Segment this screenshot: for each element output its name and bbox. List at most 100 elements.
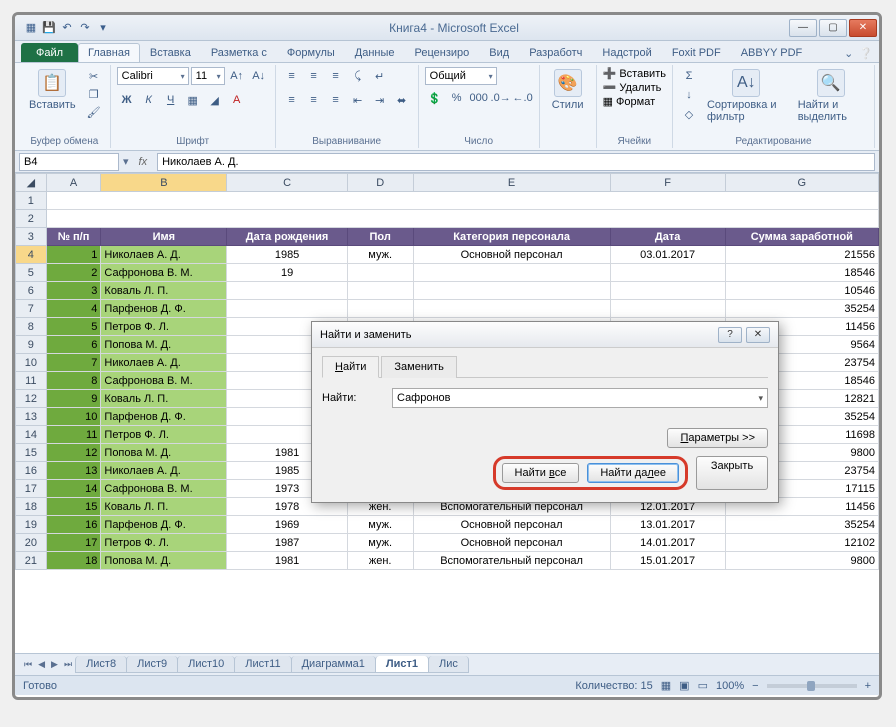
data-cell[interactable]: Основной персонал xyxy=(413,534,610,552)
italic-button[interactable]: К xyxy=(139,91,159,109)
data-cell[interactable] xyxy=(413,264,610,282)
data-cell[interactable]: 15.01.2017 xyxy=(610,552,725,570)
data-cell[interactable]: 18546 xyxy=(725,264,878,282)
data-cell[interactable]: 13 xyxy=(46,462,101,480)
decrease-decimal-icon[interactable]: ←.0 xyxy=(513,89,533,107)
data-cell[interactable]: Основной персонал xyxy=(413,516,610,534)
copy-icon[interactable]: ❐ xyxy=(84,85,104,103)
data-cell[interactable]: 13.01.2017 xyxy=(610,516,725,534)
data-cell[interactable] xyxy=(610,264,725,282)
tab-insert[interactable]: Вставка xyxy=(140,43,201,62)
data-cell[interactable]: 1987 xyxy=(227,534,347,552)
find-next-button[interactable]: Найти далее xyxy=(587,463,679,483)
row-header[interactable]: 19 xyxy=(16,516,47,534)
cut-icon[interactable]: ✂ xyxy=(84,67,104,85)
data-cell[interactable] xyxy=(347,300,413,318)
increase-indent-icon[interactable]: ⇥ xyxy=(370,91,390,109)
data-cell[interactable]: 14 xyxy=(46,480,101,498)
data-cell[interactable]: Коваль Л. П. xyxy=(101,498,227,516)
sheet-tab[interactable]: Лист10 xyxy=(177,656,235,673)
tab-nav-prev-icon[interactable]: ◀ xyxy=(35,659,48,670)
styles-button[interactable]: 🎨 Стили xyxy=(546,67,590,113)
data-cell[interactable] xyxy=(610,282,725,300)
align-center-icon[interactable]: ≡ xyxy=(304,91,324,109)
col-header[interactable]: D xyxy=(347,174,413,192)
align-top-icon[interactable]: ≡ xyxy=(282,67,302,85)
data-cell[interactable]: Николаев А. Д. xyxy=(101,462,227,480)
tab-nav-first-icon[interactable]: ⏮ xyxy=(21,659,35,670)
data-cell[interactable]: Попова М. Д. xyxy=(101,552,227,570)
find-input[interactable]: Сафронов xyxy=(392,388,768,408)
data-cell[interactable]: 10546 xyxy=(725,282,878,300)
row-header[interactable]: 17 xyxy=(16,480,47,498)
header-cell[interactable]: Дата xyxy=(610,228,725,246)
data-cell[interactable]: 14.01.2017 xyxy=(610,534,725,552)
data-cell[interactable] xyxy=(227,282,347,300)
zoom-in-button[interactable]: + xyxy=(865,680,871,692)
data-cell[interactable]: 21556 xyxy=(725,246,878,264)
font-name-combo[interactable]: Calibri xyxy=(117,67,189,85)
data-cell[interactable]: Вспомогательный персонал xyxy=(413,552,610,570)
data-cell[interactable] xyxy=(413,282,610,300)
increase-decimal-icon[interactable]: .0→ xyxy=(491,89,511,107)
format-painter-icon[interactable]: 🖌 xyxy=(84,103,104,121)
data-cell[interactable] xyxy=(227,300,347,318)
data-cell[interactable]: 17 xyxy=(46,534,101,552)
data-cell[interactable]: 18 xyxy=(46,552,101,570)
row-header[interactable]: 11 xyxy=(16,372,47,390)
underline-button[interactable]: Ч xyxy=(161,91,181,109)
redo-icon[interactable]: ↷ xyxy=(77,20,93,36)
data-cell[interactable]: Петров Ф. Л. xyxy=(101,534,227,552)
data-cell[interactable]: Коваль Л. П. xyxy=(101,282,227,300)
tab-formulas[interactable]: Формулы xyxy=(277,43,345,62)
insert-cells-button[interactable]: ➕Вставить xyxy=(603,67,666,80)
undo-icon[interactable]: ↶ xyxy=(59,20,75,36)
header-cell[interactable]: Пол xyxy=(347,228,413,246)
percent-icon[interactable]: % xyxy=(447,89,467,107)
tab-addins[interactable]: Надстрой xyxy=(592,43,661,62)
header-cell[interactable]: № п/п xyxy=(46,228,101,246)
data-cell[interactable]: 1969 xyxy=(227,516,347,534)
save-icon[interactable]: 💾 xyxy=(41,20,57,36)
data-cell[interactable]: Сафронова В. М. xyxy=(101,480,227,498)
col-header[interactable]: E xyxy=(413,174,610,192)
tab-abbyy[interactable]: ABBYY PDF xyxy=(731,43,813,62)
data-cell[interactable] xyxy=(347,264,413,282)
tab-home[interactable]: Главная xyxy=(78,43,140,62)
row-header[interactable]: 1 xyxy=(16,192,47,210)
zoom-slider[interactable] xyxy=(767,684,857,688)
header-cell[interactable]: Имя xyxy=(101,228,227,246)
row-header[interactable]: 3 xyxy=(16,228,47,246)
data-cell[interactable]: Петров Ф. Л. xyxy=(101,318,227,336)
data-cell[interactable]: 10 xyxy=(46,408,101,426)
data-cell[interactable]: Николаев А. Д. xyxy=(101,354,227,372)
name-box[interactable]: B4 xyxy=(19,153,119,171)
view-normal-icon[interactable]: ▦ xyxy=(661,679,671,692)
data-cell[interactable]: муж. xyxy=(347,534,413,552)
row-header[interactable]: 12 xyxy=(16,390,47,408)
zoom-level[interactable]: 100% xyxy=(716,680,744,692)
font-size-combo[interactable]: 11 xyxy=(191,67,225,85)
decrease-indent-icon[interactable]: ⇤ xyxy=(348,91,368,109)
row-header[interactable]: 6 xyxy=(16,282,47,300)
data-cell[interactable]: 19 xyxy=(227,264,347,282)
zoom-out-button[interactable]: − xyxy=(752,680,758,692)
view-pagebreak-icon[interactable]: ▭ xyxy=(698,679,708,692)
data-cell[interactable]: 9800 xyxy=(725,552,878,570)
row-header[interactable]: 20 xyxy=(16,534,47,552)
sheet-tab-active[interactable]: Лист1 xyxy=(375,656,429,673)
data-cell[interactable]: Парфенов Д. Ф. xyxy=(101,516,227,534)
paste-button[interactable]: 📋 Вставить xyxy=(25,67,80,113)
tab-review[interactable]: Рецензиро xyxy=(405,43,480,62)
row-header[interactable]: 18 xyxy=(16,498,47,516)
orientation-icon[interactable]: ⤹ xyxy=(348,67,368,85)
sort-filter-button[interactable]: A↓ Сортировка и фильтр xyxy=(703,67,790,125)
header-cell[interactable]: Категория персонала xyxy=(413,228,610,246)
tab-foxit[interactable]: Foxit PDF xyxy=(662,43,731,62)
row-header[interactable]: 7 xyxy=(16,300,47,318)
data-cell[interactable]: муж. xyxy=(347,246,413,264)
row-header[interactable]: 15 xyxy=(16,444,47,462)
row-header[interactable]: 2 xyxy=(16,210,47,228)
row-header[interactable]: 14 xyxy=(16,426,47,444)
data-cell[interactable]: Коваль Л. П. xyxy=(101,390,227,408)
